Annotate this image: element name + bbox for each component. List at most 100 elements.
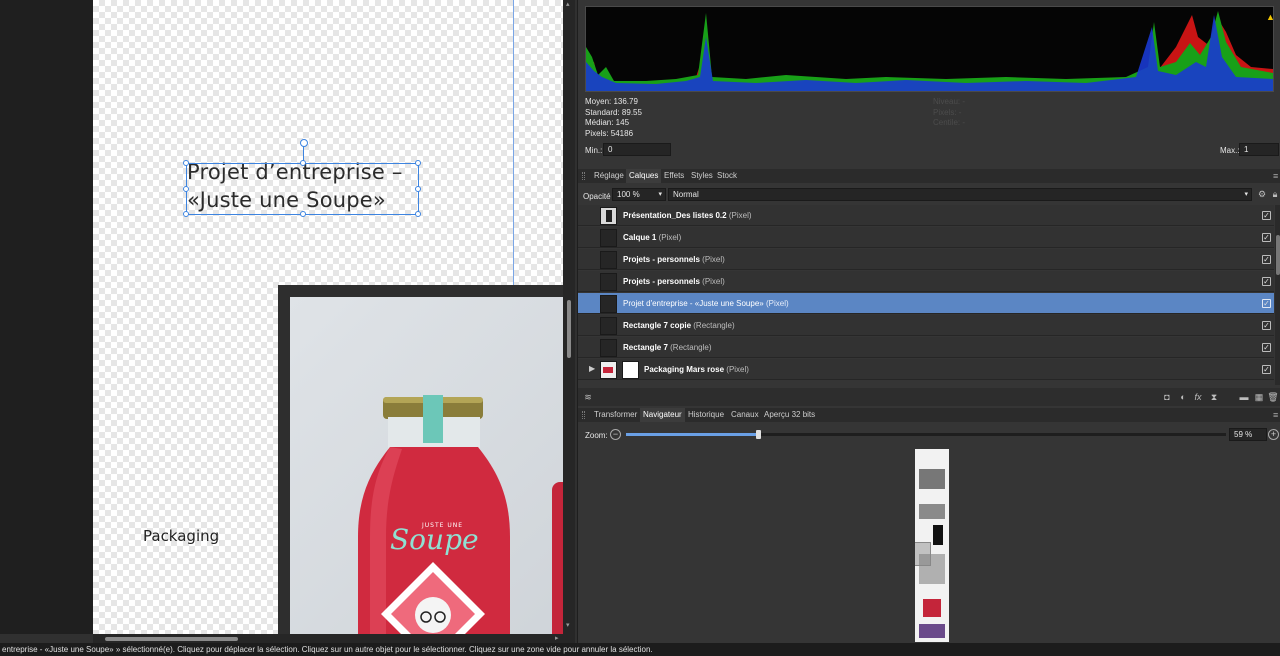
visibility-checkbox[interactable]: ✓ bbox=[1262, 211, 1271, 220]
layers-list: Présentation_Des listes 0.2 (Pixel) ✓ Ca… bbox=[578, 205, 1274, 385]
expand-arrow-icon[interactable]: ▶ bbox=[589, 364, 595, 373]
tab-historique[interactable]: Historique bbox=[685, 408, 727, 422]
handle-bottom-left[interactable] bbox=[183, 211, 189, 217]
stat-median: Médian: 145 bbox=[585, 118, 630, 127]
packaging-label[interactable]: Packaging bbox=[143, 527, 219, 545]
visibility-checkbox[interactable]: ✓ bbox=[1262, 255, 1271, 264]
max-field[interactable]: 1 bbox=[1239, 143, 1279, 156]
zoom-field[interactable]: 59 % bbox=[1229, 428, 1267, 441]
panel-grip[interactable] bbox=[582, 172, 585, 180]
tab-transformer[interactable]: Transformer bbox=[591, 408, 640, 422]
opacity-field[interactable]: 100 % ▾ bbox=[612, 188, 666, 201]
zoom-in-icon[interactable]: + bbox=[1268, 429, 1279, 440]
tab-canaux[interactable]: Canaux bbox=[728, 408, 762, 422]
scroll-up-arrow-icon[interactable]: ▴ bbox=[566, 0, 570, 8]
layer-row[interactable]: Présentation_Des listes 0.2 (Pixel) ✓ bbox=[578, 205, 1274, 226]
handle-top-center[interactable] bbox=[300, 160, 306, 166]
layers-toolbar: ≋ ◘ ◐ fx ⧗ ▬ ▦ 🗑︎ bbox=[578, 388, 1280, 406]
zoom-slider-fill bbox=[626, 433, 758, 436]
layers-scrollbar[interactable] bbox=[1275, 205, 1280, 385]
visibility-checkbox[interactable]: ✓ bbox=[1262, 343, 1271, 352]
blend-mode-select[interactable]: Normal ▾ bbox=[668, 188, 1252, 201]
tab-calques[interactable]: Calques bbox=[626, 169, 662, 183]
layer-row-selected[interactable]: Projet d'entreprise - «Juste une Soupe» … bbox=[578, 293, 1274, 314]
handle-top-right[interactable] bbox=[415, 160, 421, 166]
histogram-graph bbox=[585, 6, 1274, 92]
right-panels: ▲ Moyen: 136.79 Standard: 89.55 Médian: … bbox=[577, 0, 1280, 643]
layers-scroll-thumb[interactable] bbox=[1276, 235, 1280, 275]
layer-row[interactable]: Projets - personnels (Pixel) ✓ bbox=[578, 249, 1274, 270]
max-label: Max.: bbox=[1220, 146, 1240, 155]
tab-stock[interactable]: Stock bbox=[714, 169, 740, 183]
tab-effets[interactable]: Effets bbox=[661, 169, 687, 183]
scroll-right-arrow-icon[interactable]: ▸ bbox=[555, 634, 559, 642]
histogram-curves bbox=[586, 11, 1273, 91]
status-bar: entreprise - «Juste une Soupe» » sélecti… bbox=[0, 643, 1280, 656]
horizontal-scroll-thumb[interactable] bbox=[105, 637, 238, 641]
tab-reglage[interactable]: Réglage bbox=[591, 169, 627, 183]
blend-mode-value: Normal bbox=[673, 190, 699, 199]
layer-name: Projets - personnels (Pixel) bbox=[623, 255, 725, 264]
gear-icon[interactable]: ⚙ bbox=[1256, 188, 1268, 200]
handle-bottom-right[interactable] bbox=[415, 211, 421, 217]
canvas-horizontal-scrollbar[interactable]: ▸ bbox=[93, 634, 563, 643]
rotation-handle[interactable] bbox=[300, 139, 308, 147]
layer-row[interactable]: Rectangle 7 copie (Rectangle) ✓ bbox=[578, 315, 1274, 336]
histogram-stats: Moyen: 136.79 Standard: 89.55 Médian: 14… bbox=[585, 97, 642, 139]
fx-icon[interactable]: fx bbox=[1192, 391, 1204, 403]
tab-navigateur[interactable]: Navigateur bbox=[640, 408, 685, 422]
stat-percentile: Centile: - bbox=[933, 118, 966, 127]
canvas-vertical-scrollbar[interactable]: ▴ ▾ bbox=[563, 0, 575, 643]
layer-thumbnail bbox=[600, 339, 617, 357]
mask-icon[interactable]: ◘ bbox=[1161, 391, 1173, 403]
min-field[interactable]: 0 bbox=[603, 143, 671, 156]
layer-mask-thumbnail bbox=[622, 361, 639, 379]
handle-middle-right[interactable] bbox=[415, 186, 421, 192]
handle-bottom-center[interactable] bbox=[300, 211, 306, 217]
layer-name: Rectangle 7 (Rectangle) bbox=[623, 343, 712, 352]
navigator-preview[interactable] bbox=[915, 449, 949, 642]
hourglass-icon[interactable]: ⧗ bbox=[1208, 391, 1220, 403]
visibility-checkbox[interactable]: ✓ bbox=[1262, 365, 1271, 374]
vertical-scroll-thumb[interactable] bbox=[567, 300, 571, 358]
canvas-left-gutter bbox=[0, 0, 93, 634]
navigator-viewport-box[interactable] bbox=[915, 542, 931, 566]
tab-apercu-32-bits[interactable]: Aperçu 32 bits bbox=[761, 408, 818, 422]
handle-middle-left[interactable] bbox=[183, 186, 189, 192]
group-folder-icon[interactable]: ▬ bbox=[1238, 391, 1250, 403]
product-photo[interactable]: JUSTE UNE Soupe bbox=[290, 297, 563, 634]
visibility-checkbox[interactable]: ✓ bbox=[1262, 299, 1271, 308]
zoom-slider-track[interactable] bbox=[626, 430, 1226, 439]
opacity-value: 100 % bbox=[617, 190, 640, 199]
zoom-out-icon[interactable]: − bbox=[610, 429, 621, 440]
stat-mean: Moyen: 136.79 bbox=[585, 97, 638, 106]
layer-row[interactable]: ▶ Packaging Mars rose (Pixel) ✓ bbox=[578, 359, 1274, 380]
tab-styles[interactable]: Styles bbox=[688, 169, 716, 183]
layer-row[interactable]: Rectangle 7 (Rectangle) ✓ bbox=[578, 337, 1274, 358]
selection-bounding-box[interactable] bbox=[183, 139, 421, 217]
stat-std: Standard: 89.55 bbox=[585, 107, 642, 117]
panel-menu-icon[interactable]: ≡ bbox=[1273, 410, 1278, 420]
scroll-down-arrow-icon[interactable]: ▾ bbox=[566, 621, 570, 629]
pixel-layer-icon[interactable]: ▦ bbox=[1253, 391, 1265, 403]
visibility-checkbox[interactable]: ✓ bbox=[1262, 233, 1271, 242]
layer-thumbnail bbox=[600, 295, 617, 313]
visibility-checkbox[interactable]: ✓ bbox=[1262, 321, 1271, 330]
stat-level: Niveau: - bbox=[933, 97, 966, 106]
lock-icon[interactable]: 🔒︎ bbox=[1269, 188, 1280, 200]
layer-row[interactable]: Calque 1 (Pixel) ✓ bbox=[578, 227, 1274, 248]
layers-panel-tabbar: Réglage Calques Effets Styles Stock ≡ bbox=[578, 169, 1280, 183]
visibility-checkbox[interactable]: ✓ bbox=[1262, 277, 1271, 286]
trash-icon[interactable]: 🗑︎ bbox=[1267, 391, 1279, 403]
layer-name: Rectangle 7 copie (Rectangle) bbox=[623, 321, 735, 330]
layer-row[interactable]: Projets - personnels (Pixel) ✓ bbox=[578, 271, 1274, 292]
panel-grip[interactable] bbox=[582, 411, 585, 419]
layers-stack-icon[interactable]: ≋ bbox=[582, 391, 594, 403]
warning-triangle-icon[interactable]: ▲ bbox=[1266, 12, 1275, 22]
document-canvas[interactable]: Projet d’entreprise – «Juste une Soupe» … bbox=[93, 0, 563, 634]
handle-top-left[interactable] bbox=[183, 160, 189, 166]
zoom-slider-knob[interactable] bbox=[756, 430, 761, 439]
min-label: Min.: bbox=[585, 146, 603, 155]
adjustment-icon[interactable]: ◐ bbox=[1177, 391, 1189, 403]
panel-menu-icon[interactable]: ≡ bbox=[1273, 171, 1278, 181]
